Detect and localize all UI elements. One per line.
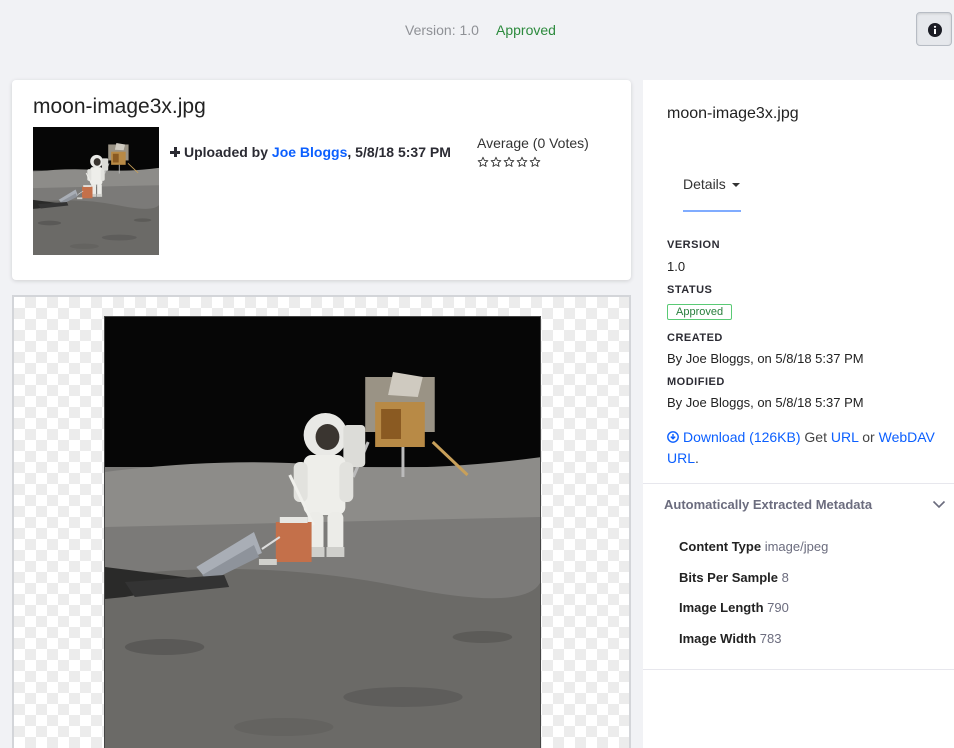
metadata-row: Bits Per Sample 8 — [679, 570, 789, 585]
webdav-label: WebDAV — [878, 429, 935, 445]
download-period: . — [695, 450, 699, 466]
chevron-down-icon[interactable] — [932, 497, 946, 511]
preview-image — [104, 316, 541, 748]
tab-details[interactable]: Details — [683, 176, 740, 192]
uploaded-by-line: Uploaded by Joe Bloggs, 5/8/18 5:37 PM — [170, 144, 451, 160]
star-icon[interactable] — [490, 156, 502, 168]
metadata-row: Content Type image/jpeg — [679, 539, 828, 554]
sidebar-title: moon-image3x.jpg — [667, 105, 799, 122]
download-label: Download (126KB) — [683, 429, 801, 445]
webdav-url-label: URL — [667, 450, 696, 466]
top-bar: Version: 1.0 Approved — [0, 0, 954, 60]
star-icon[interactable] — [477, 156, 489, 168]
get-text: Get — [804, 429, 827, 445]
metadata-value: 783 — [759, 631, 782, 646]
version-value: 1.0 — [667, 259, 686, 274]
caret-down-icon — [731, 183, 740, 188]
approved-status-text: Approved — [496, 22, 556, 38]
metadata-key: Content Type — [679, 539, 762, 554]
info-circle-icon — [928, 23, 942, 37]
modified-label: MODIFIED — [667, 376, 725, 388]
download-link[interactable]: Download (126KB) — [667, 429, 801, 445]
metadata-panel-toggle[interactable]: Automatically Extracted Metadata — [664, 497, 872, 512]
star-icon[interactable] — [503, 156, 515, 168]
metadata-key: Image Length — [679, 600, 764, 615]
metadata-key: Bits Per Sample — [679, 570, 778, 585]
document-title: moon-image3x.jpg — [33, 95, 206, 118]
created-label: CREATED — [667, 332, 723, 344]
uploader-link[interactable]: Joe Bloggs — [272, 144, 347, 160]
metadata-row: Image Width 783 — [679, 631, 782, 646]
or-text: or — [862, 429, 875, 445]
rating-stars[interactable] — [477, 156, 541, 168]
version-label: VERSION — [667, 239, 721, 251]
metadata-value: image/jpeg — [764, 539, 829, 554]
rating-average-text: Average (0 Votes) — [477, 135, 589, 151]
download-line: Download (126KB) Get URL or WebDAV URL. — [667, 427, 952, 469]
thumbnail-image[interactable] — [33, 127, 159, 255]
metadata-panel: Automatically Extracted Metadata Content… — [643, 483, 954, 670]
active-tab-indicator — [683, 210, 741, 212]
uploaded-date: , 5/8/18 5:37 PM — [347, 144, 451, 160]
status-label: STATUS — [667, 284, 713, 296]
image-preview — [12, 295, 631, 748]
uploaded-prefix: Uploaded by — [184, 144, 269, 160]
modified-value: By Joe Bloggs, on 5/8/18 5:37 PM — [667, 395, 864, 410]
star-icon[interactable] — [529, 156, 541, 168]
metadata-value: 790 — [767, 600, 789, 615]
version-text: Version: 1.0 — [405, 22, 479, 38]
plus-icon — [170, 147, 180, 157]
document-header-card: moon-image3x.jpg Uploaded by Joe Bloggs,… — [12, 80, 631, 280]
status-badge: Approved — [667, 304, 733, 320]
star-icon[interactable] — [516, 156, 528, 168]
url-link[interactable]: URL — [831, 429, 859, 445]
metadata-row: Image Length 790 — [679, 600, 789, 615]
created-value: By Joe Bloggs, on 5/8/18 5:37 PM — [667, 351, 864, 366]
download-circle-icon — [667, 431, 679, 443]
metadata-value: 8 — [781, 570, 789, 585]
info-button[interactable] — [916, 12, 952, 46]
metadata-key: Image Width — [679, 631, 757, 646]
info-sidebar: moon-image3x.jpg Details VERSION 1.0 STA… — [643, 80, 954, 748]
tab-details-label: Details — [683, 176, 726, 192]
